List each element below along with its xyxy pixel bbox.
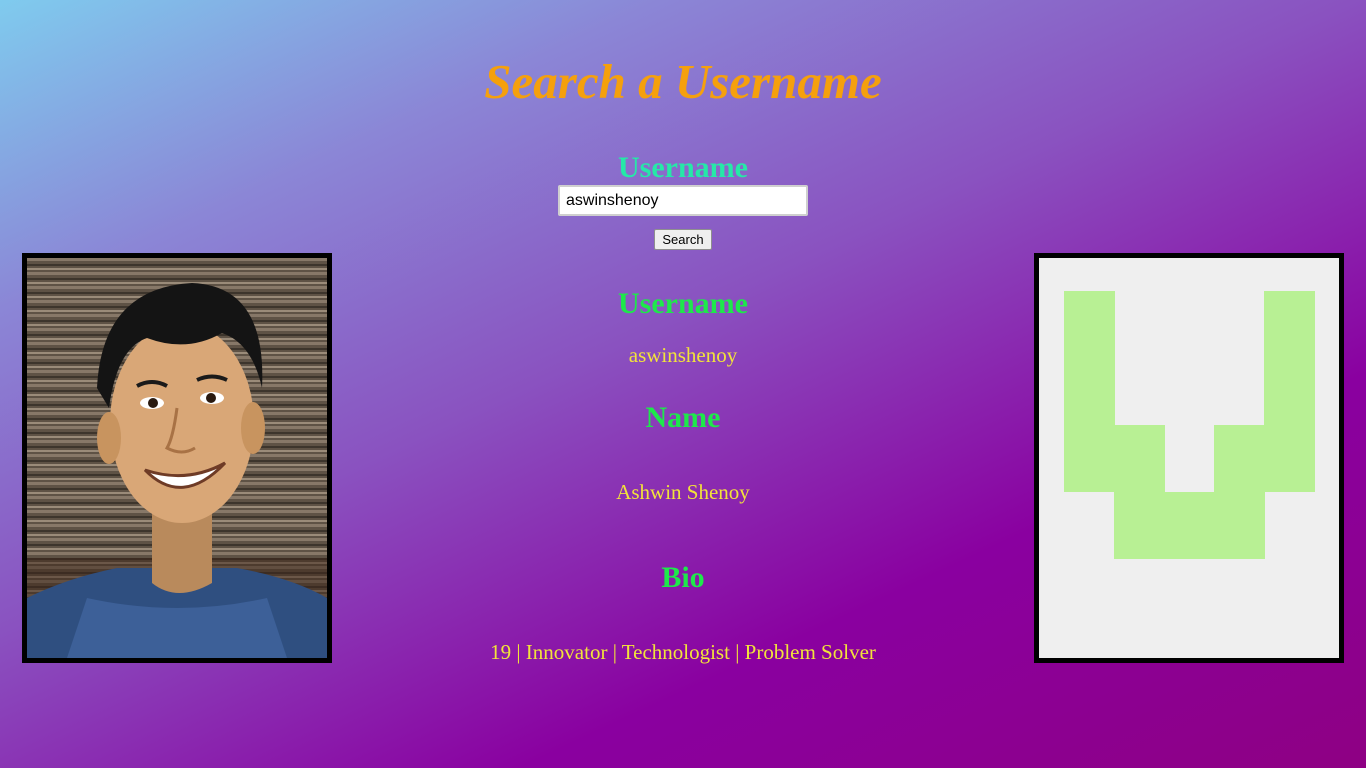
identicon-cell xyxy=(1214,492,1265,559)
identicon-cell xyxy=(1064,291,1115,358)
identicon-cell xyxy=(1264,358,1315,425)
identicon-cell xyxy=(1214,425,1265,492)
username-search-input[interactable] xyxy=(558,185,808,216)
user-photo-avatar-icon xyxy=(27,258,327,658)
identicon-cell xyxy=(1264,425,1315,492)
search-label: Username xyxy=(618,151,748,184)
page-title: Search a Username xyxy=(484,54,882,109)
identicon-avatar xyxy=(1034,253,1344,663)
identicon-cell xyxy=(1064,425,1115,492)
identicon-cell xyxy=(1114,425,1165,492)
search-button[interactable]: Search xyxy=(654,229,712,250)
profile-avatar xyxy=(22,253,332,663)
identicon-cell xyxy=(1114,492,1165,559)
identicon-cell xyxy=(1164,492,1215,559)
identicon-cell xyxy=(1064,358,1115,425)
identicon-cell xyxy=(1264,291,1315,358)
